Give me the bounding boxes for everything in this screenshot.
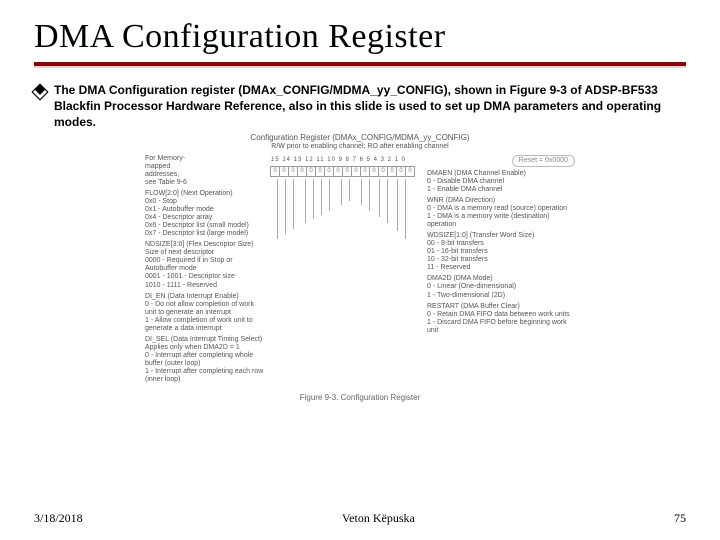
ndsize-items: 0000 - Required if in Stop or Autobuffer… (145, 257, 265, 289)
wnr-heading: WNR (DMA Direction) (427, 197, 575, 205)
dma2d-items: 0 - Linear (One-dimensional) 1 - Two-dim… (427, 283, 575, 299)
ndsize-heading: NDSIZE[3:0] (Flex Descriptor Size) (145, 241, 265, 249)
figure-title: Configuration Register (DMAx_CONFIG/MDMA… (145, 133, 575, 142)
footer-date: 3/18/2018 (34, 511, 83, 526)
body: The DMA Configuration register (DMAx_CON… (34, 82, 686, 131)
figure-subtitle: R/W prior to enabling channel; RO after … (145, 143, 575, 151)
figure-right-column: Reset = 0x0000 DMAEN (DMA Channel Enable… (427, 155, 575, 387)
title-rule (34, 62, 686, 68)
figure-wrap: Configuration Register (DMAx_CONFIG/MDMA… (34, 133, 686, 403)
wdsize-items: 00 - 8-bit transfers 01 - 16-bit transfe… (427, 240, 575, 272)
reset-badge: Reset = 0x0000 (512, 155, 575, 167)
flow-heading: FLOW[2:0] (Next Operation) (145, 190, 265, 198)
dien-items: 0 - Do not allow completion of work unit… (145, 301, 265, 333)
figure-left-column: For Memory- mapped addresses, see Table … (145, 155, 265, 387)
bullet-text: The DMA Configuration register (DMAx_CON… (54, 82, 686, 131)
bit-wires (271, 179, 421, 249)
footer: 3/18/2018 Veton Këpuska 75 (34, 511, 686, 526)
restart-heading: RESTART (DMA Buffer Clear) (427, 303, 575, 311)
wdsize-heading: WDSIZE[1:0] (Transfer Word Size) (427, 232, 575, 240)
dmaen-items: 0 - Disable DMA channel 1 - Enable DMA c… (427, 178, 575, 194)
ndsize-sub: Size of next descriptor (145, 249, 265, 257)
wnr-items: 0 - DMA is a memory read (source) operat… (427, 205, 575, 229)
footer-page: 75 (674, 511, 686, 526)
dma2d-heading: DMA2D (DMA Mode) (427, 275, 575, 283)
disel-heading: DI_SEL (Data Interrupt Timing Select) (145, 336, 265, 344)
disel-items: 0 - Interrupt after completing whole buf… (145, 352, 265, 384)
figure: Configuration Register (DMAx_CONFIG/MDMA… (145, 133, 575, 403)
flow-items: 0x0 - Stop 0x1 - Autobuffer mode 0x4 - D… (145, 198, 265, 238)
restart-items: 0 - Retain DMA FIFO data between work un… (427, 311, 575, 335)
mem-note: For Memory- mapped addresses, see Table … (145, 155, 265, 187)
bit-boxes: 0000000000000000 (271, 166, 421, 177)
footer-author: Veton Këpuska (342, 511, 415, 526)
page-title: DMA Configuration Register (34, 18, 686, 56)
diamond-bullet-icon (32, 84, 49, 101)
dien-heading: DI_EN (Data Interrupt Enable) (145, 293, 265, 301)
figure-mid-column: 15 14 13 12 11 10 9 8 7 6 5 4 3 2 1 0 00… (271, 155, 421, 387)
figure-caption: Figure 9-3. Configuration Register (145, 393, 575, 402)
disel-sub: Applies only when DMA2D = 1 (145, 344, 265, 352)
bit-numbers: 15 14 13 12 11 10 9 8 7 6 5 4 3 2 1 0 (271, 157, 421, 164)
dmaen-heading: DMAEN (DMA Channel Enable) (427, 170, 575, 178)
